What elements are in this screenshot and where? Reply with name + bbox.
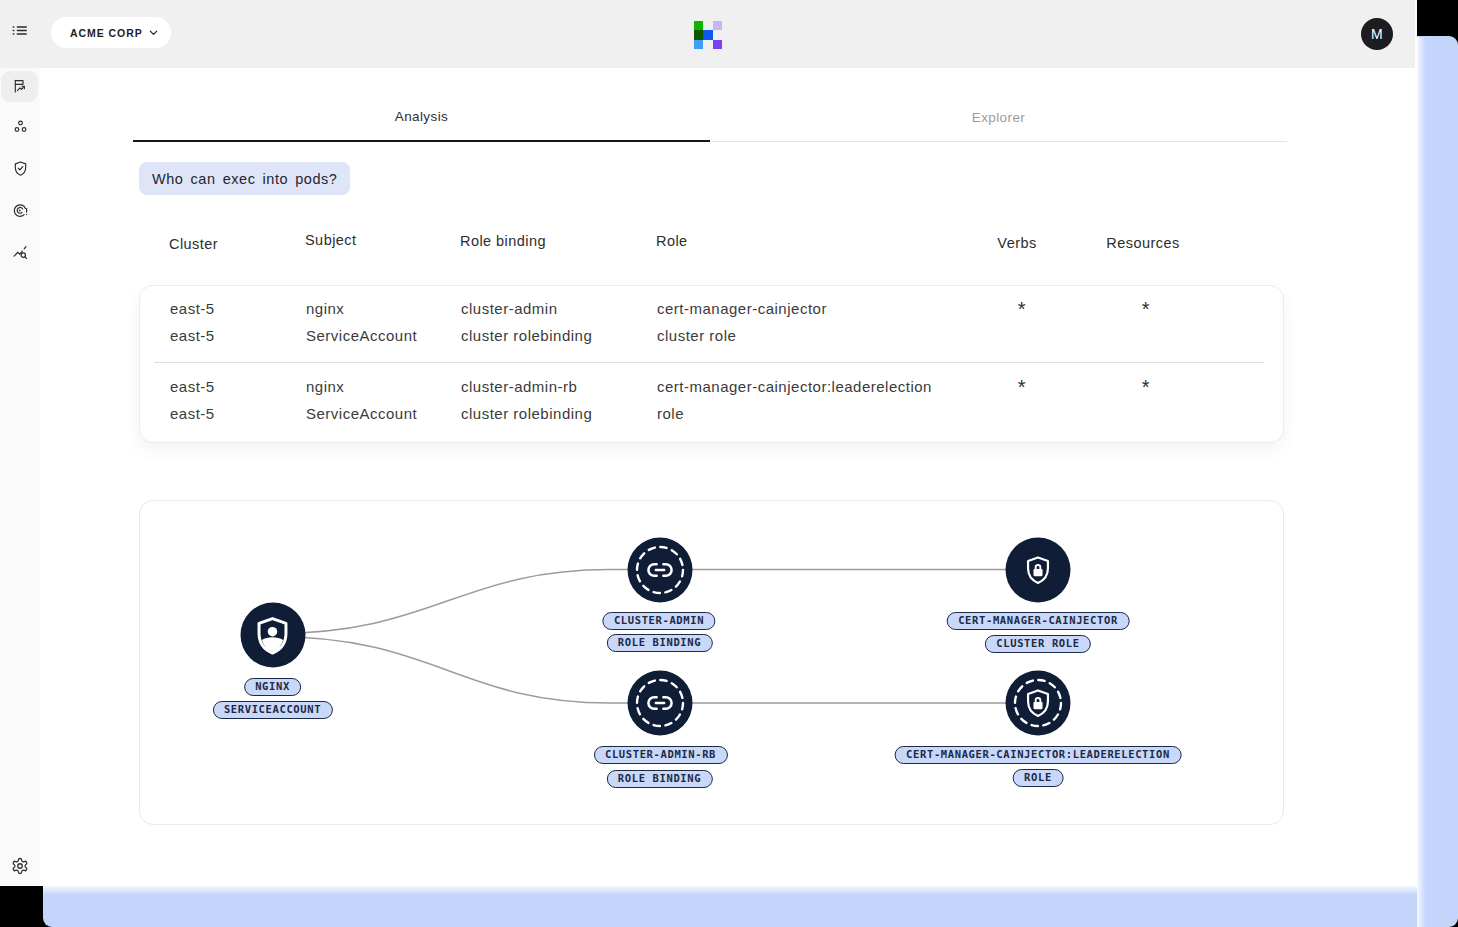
node-label-kind[interactable]: ROLE bbox=[1013, 769, 1064, 787]
graph-card: NGINX SERVICEACCOUNT CLUSTER-ADMIN ROLE … bbox=[139, 500, 1284, 825]
chevron-down-icon bbox=[148, 27, 159, 38]
cell-role: role bbox=[657, 405, 684, 422]
node-label-name[interactable]: CERT-MANAGER-CAINJECTOR:LEADERELECTION bbox=[895, 746, 1182, 764]
gear-icon bbox=[11, 857, 29, 875]
cell-role: cert-manager-cainjector:leaderelection bbox=[657, 377, 932, 394]
query-chip-label: Who can exec into pods? bbox=[152, 171, 337, 187]
col-header-role: Role bbox=[656, 233, 688, 249]
node-label-kind[interactable]: ROLE BINDING bbox=[606, 770, 712, 788]
shield-lock-icon bbox=[1023, 554, 1054, 585]
tab-explorer-label: Explorer bbox=[972, 110, 1025, 125]
trend-search-icon bbox=[12, 244, 29, 261]
sidebar-item-insights[interactable] bbox=[0, 235, 40, 269]
graph-node-serviceaccount[interactable] bbox=[240, 603, 305, 668]
col-header-verbs: Verbs bbox=[997, 235, 1036, 251]
sidebar bbox=[0, 68, 40, 886]
tab-bar: Analysis Explorer bbox=[133, 95, 1287, 142]
avatar-initial: M bbox=[1371, 26, 1383, 42]
org-name: ACME CORP bbox=[70, 27, 143, 39]
shield-check-icon bbox=[12, 160, 29, 177]
sidebar-item-settings[interactable] bbox=[0, 849, 40, 883]
shield-user-icon bbox=[252, 614, 294, 656]
node-label-kind[interactable]: CLUSTER ROLE bbox=[985, 635, 1091, 653]
app-window: ACME CORP M bbox=[0, 0, 1417, 886]
logo-square-lavender bbox=[713, 21, 722, 30]
query-chip[interactable]: Who can exec into pods? bbox=[139, 162, 350, 195]
cell-role-binding: cluster-admin-rb bbox=[461, 377, 577, 394]
node-label-kind[interactable]: ROLE BINDING bbox=[606, 634, 712, 652]
node-label-kind[interactable]: SERVICEACCOUNT bbox=[212, 701, 332, 719]
tab-explorer[interactable]: Explorer bbox=[710, 95, 1287, 142]
cluster-nodes-icon bbox=[12, 118, 29, 135]
node-label-name[interactable]: NGINX bbox=[244, 678, 302, 696]
node-label-name[interactable]: CERT-MANAGER-CAINJECTOR bbox=[947, 612, 1130, 630]
logo-square-azure bbox=[694, 40, 703, 49]
graph-node-cert-manager-cainjector[interactable] bbox=[1006, 537, 1071, 602]
dashed-ring bbox=[628, 537, 693, 602]
cell-role: cluster role bbox=[657, 327, 736, 344]
tab-analysis[interactable]: Analysis bbox=[133, 95, 710, 142]
sidebar-item-clusters[interactable] bbox=[0, 109, 40, 143]
node-label-name[interactable]: CLUSTER-ADMIN bbox=[602, 612, 715, 630]
logo-square-green bbox=[694, 21, 703, 30]
row-divider bbox=[154, 362, 1264, 363]
cell-cluster: east-5 bbox=[170, 405, 215, 422]
backdrop-glow-bottom bbox=[43, 886, 1417, 895]
app-logo bbox=[694, 21, 722, 49]
node-label-name[interactable]: CLUSTER-ADMIN-RB bbox=[593, 746, 727, 764]
sidebar-item-threats[interactable] bbox=[0, 193, 40, 227]
col-header-resources: Resources bbox=[1106, 235, 1179, 251]
graph-node-cluster-admin-rb[interactable] bbox=[628, 671, 693, 736]
col-header-cluster: Cluster bbox=[169, 236, 218, 252]
cell-subject: ServiceAccount bbox=[306, 327, 417, 344]
backdrop-glow-right bbox=[1417, 37, 1426, 927]
sidebar-item-compliance[interactable] bbox=[0, 151, 40, 185]
cell-subject: nginx bbox=[306, 299, 344, 316]
cell-role-binding: cluster rolebinding bbox=[461, 327, 592, 344]
logo-square-blue bbox=[703, 30, 712, 39]
logo-square-darkgreen bbox=[694, 30, 703, 39]
col-header-role-binding: Role binding bbox=[460, 233, 546, 249]
tab-analysis-label: Analysis bbox=[395, 109, 448, 124]
dashed-ring bbox=[628, 671, 693, 736]
cell-resources: * bbox=[1142, 298, 1150, 321]
cell-subject: ServiceAccount bbox=[306, 405, 417, 422]
cell-cluster: east-5 bbox=[170, 299, 215, 316]
dashed-ring bbox=[1006, 671, 1071, 736]
flag-trend-icon bbox=[12, 78, 28, 94]
logo-square-violet bbox=[713, 40, 722, 49]
cell-resources: * bbox=[1142, 376, 1150, 399]
cell-role: cert-manager-cainjector bbox=[657, 299, 827, 316]
graph-node-cluster-admin[interactable] bbox=[628, 537, 693, 602]
cell-cluster: east-5 bbox=[170, 377, 215, 394]
menu-list-icon[interactable] bbox=[11, 22, 28, 39]
cell-verbs: * bbox=[1018, 376, 1026, 399]
cell-role-binding: cluster-admin bbox=[461, 299, 558, 316]
graph-node-cert-manager-cainjector-leaderelection[interactable] bbox=[1006, 671, 1071, 736]
cell-cluster: east-5 bbox=[170, 327, 215, 344]
cell-subject: nginx bbox=[306, 377, 344, 394]
user-avatar[interactable]: M bbox=[1361, 18, 1393, 50]
col-header-subject: Subject bbox=[305, 232, 357, 248]
org-switcher-button[interactable]: ACME CORP bbox=[51, 17, 171, 48]
topbar: ACME CORP M bbox=[0, 0, 1415, 68]
sidebar-item-investigate[interactable] bbox=[1, 71, 38, 102]
radar-alert-icon bbox=[12, 202, 29, 219]
cell-role-binding: cluster rolebinding bbox=[461, 405, 592, 422]
cell-verbs: * bbox=[1018, 298, 1026, 321]
results-card: east-5 nginx cluster-admin cert-manager-… bbox=[139, 285, 1284, 443]
